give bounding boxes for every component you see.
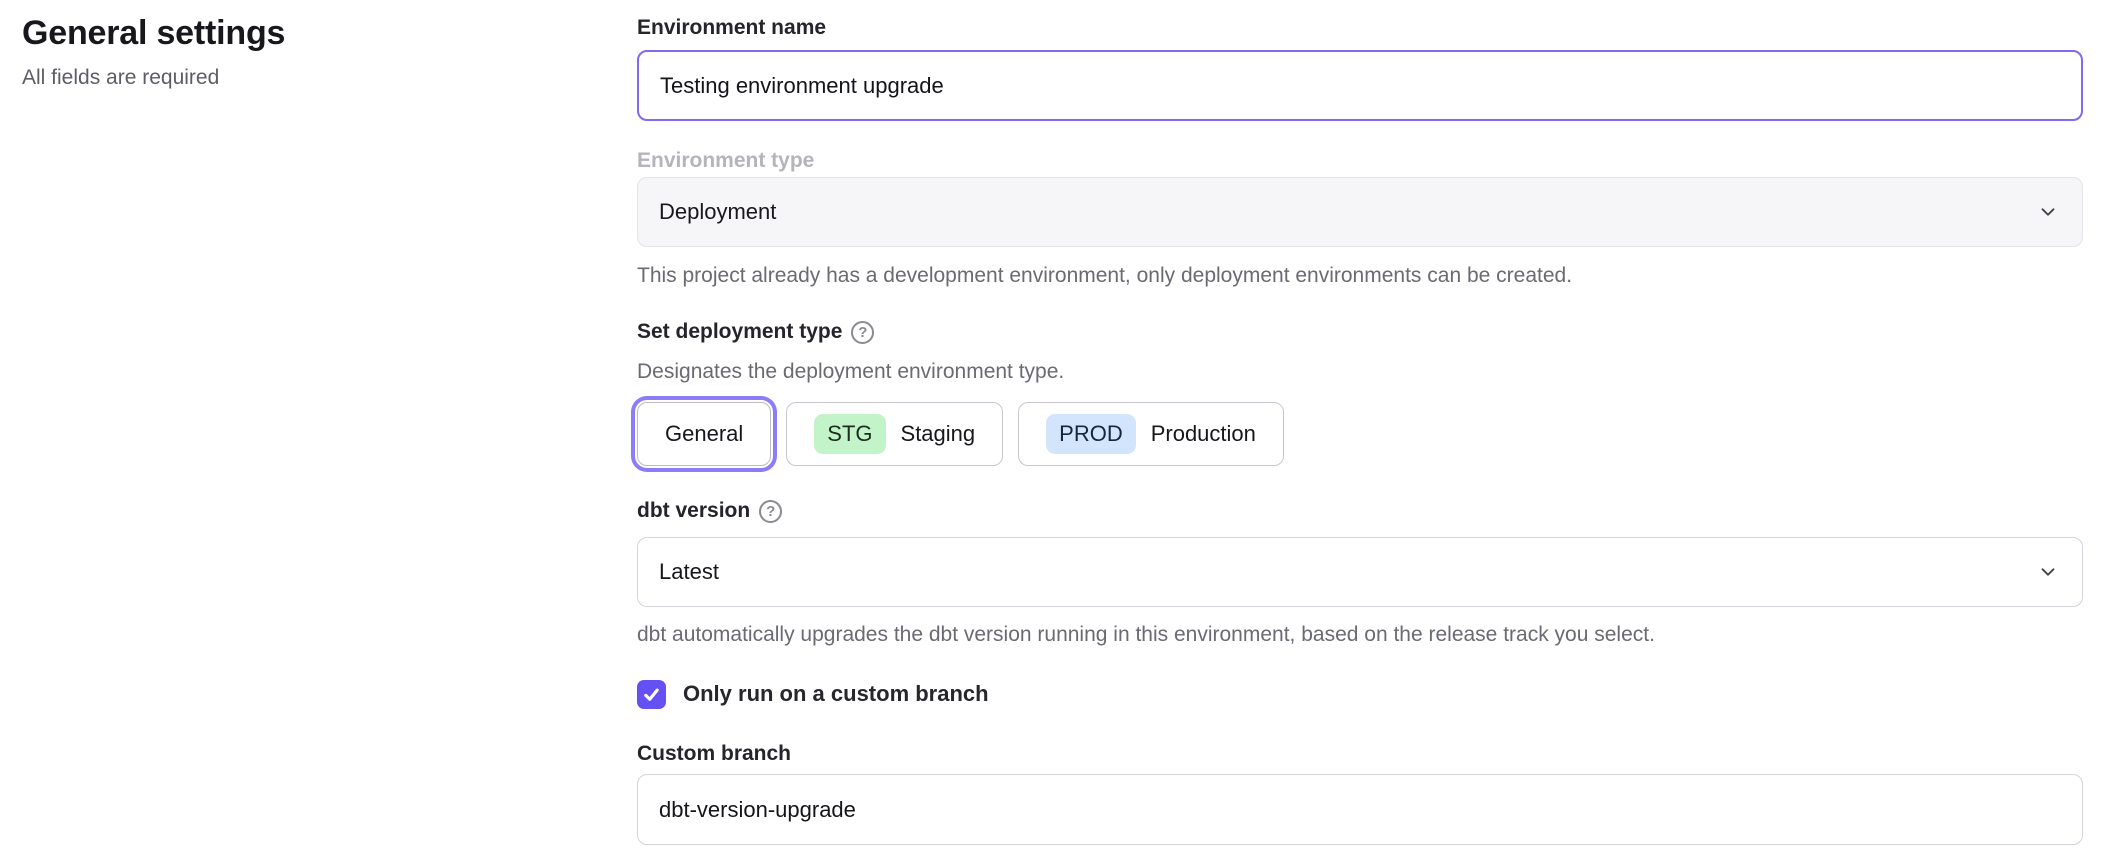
environment-name-input[interactable] [637, 50, 2083, 121]
general-button-label: General [665, 421, 743, 447]
environment-type-value: Deployment [659, 199, 776, 225]
production-button-label: Production [1151, 421, 1256, 447]
custom-branch-checkbox-label[interactable]: Only run on a custom branch [683, 681, 989, 707]
custom-branch-input[interactable] [637, 774, 2083, 845]
check-icon [641, 684, 662, 705]
chevron-down-icon [2037, 201, 2059, 223]
prod-badge: PROD [1046, 414, 1136, 454]
dbt-version-select[interactable]: Latest [637, 537, 2083, 607]
custom-branch-label: Custom branch [637, 740, 2083, 768]
environment-type-label: Environment type [637, 147, 2083, 175]
environment-settings-form: Environment name Environment type Deploy… [637, 0, 2083, 845]
page-header: General settings All fields are required [22, 12, 285, 91]
custom-branch-checkbox[interactable] [637, 680, 666, 709]
environment-type-helper: This project already has a development e… [637, 262, 2083, 290]
page-subtitle: All fields are required [22, 65, 285, 91]
help-circle-icon[interactable]: ? [759, 500, 782, 523]
environment-type-select[interactable]: Deployment [637, 177, 2083, 247]
dbt-version-helper: dbt automatically upgrades the dbt versi… [637, 621, 2083, 649]
chevron-down-icon [2037, 561, 2059, 583]
deployment-type-staging-button[interactable]: STG Staging [786, 402, 1003, 466]
deployment-type-helper: Designates the deployment environment ty… [637, 358, 2083, 386]
deployment-type-production-button[interactable]: PROD Production [1018, 402, 1284, 466]
deployment-type-options: General STG Staging PROD Production [637, 399, 2083, 469]
dbt-version-value: Latest [659, 559, 719, 585]
help-circle-icon[interactable]: ? [851, 321, 874, 344]
staging-button-label: Staging [901, 421, 976, 447]
deployment-type-label: Set deployment type ? [637, 318, 2083, 346]
environment-name-label: Environment name [637, 14, 2083, 42]
deployment-type-general-button[interactable]: General [637, 402, 771, 466]
stg-badge: STG [814, 414, 885, 454]
dbt-version-label: dbt version ? [637, 497, 2083, 525]
page-title: General settings [22, 12, 285, 54]
custom-branch-checkbox-row: Only run on a custom branch [637, 679, 2083, 709]
